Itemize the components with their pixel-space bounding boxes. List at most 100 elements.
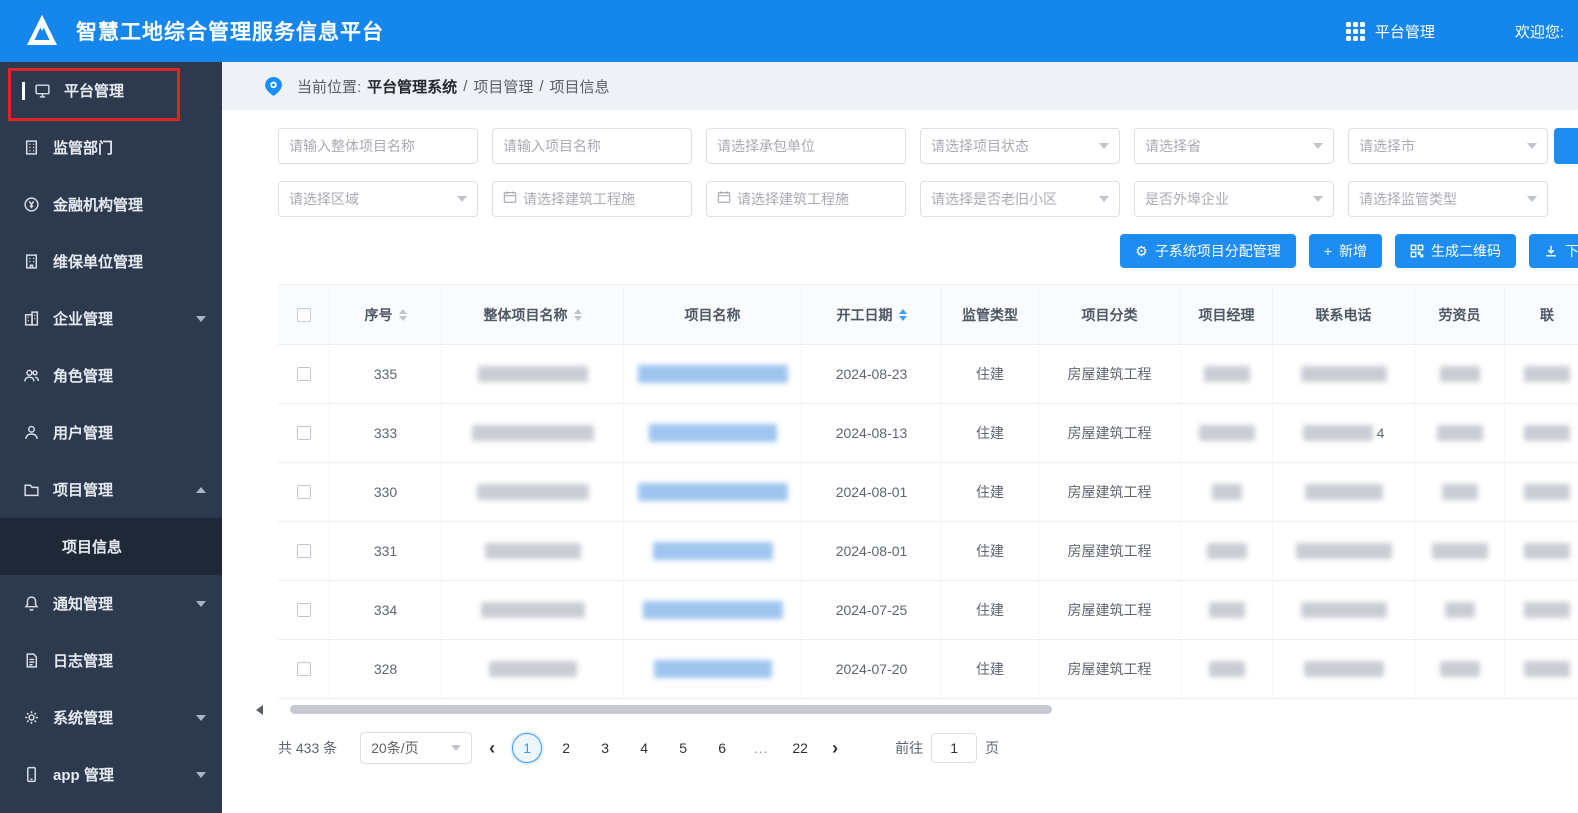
breadcrumb-system[interactable]: 平台管理系统 [367,76,457,97]
button-label: 生成二维码 [1431,243,1501,259]
redacted-cell [1439,661,1480,677]
redacted-cell [1441,484,1478,500]
sidebar-item-platform[interactable]: 平台管理 [0,62,222,119]
sort-icon[interactable] [573,308,582,321]
col-seq[interactable]: 序号 [330,285,442,345]
breadcrumb: 当前位置: 平台管理系统 / 项目管理 / 项目信息 [222,62,1578,110]
supervision-type-select[interactable]: 请选择监管类型 [1348,181,1548,217]
row-checkbox[interactable] [296,544,311,558]
redacted-cell [1524,543,1570,559]
people-icon [22,367,40,385]
redacted-cell [1208,602,1245,618]
apps-grid-icon[interactable] [1345,21,1365,41]
contractor-field[interactable] [706,128,906,164]
foreign-enterprise-select[interactable]: 是否外埠企业 [1134,181,1334,217]
column-label: 项目分类 [1081,306,1138,323]
breadcrumb-level1[interactable]: 项目管理 [473,76,533,97]
chevron-down-icon [196,315,206,322]
page-button-6[interactable]: 6 [707,733,737,763]
subsystem-assign-button[interactable]: ⚙ 子系统项目分配管理 [1120,234,1296,268]
page-button-22[interactable]: 22 [785,733,815,763]
cell-supervision: 住建 [942,345,1039,404]
page-button-2[interactable]: 2 [551,733,581,763]
col-supervision-type: 监管类型 [942,285,1039,345]
search-button-partial[interactable] [1554,128,1578,164]
cell-supervision: 住建 [942,581,1039,640]
sidebar-item-label: 金融机构管理 [53,197,144,214]
page-ellipsis[interactable]: ... [746,733,776,763]
project-name-field[interactable] [492,128,692,164]
contractor-input[interactable] [717,138,895,154]
cell-start-date: 2024-08-01 [802,522,942,581]
table-row[interactable]: 335 2024-08-23 住建 房屋建筑工程 [278,345,1578,404]
old-community-select[interactable]: 请选择是否老旧小区 [920,181,1120,217]
redacted-cell [1524,366,1570,382]
welcome-text: 欢迎您: [1514,23,1564,41]
app-header: 智慧工地综合管理服务信息平台 平台管理 欢迎您: [0,0,1578,62]
sidebar-item-project-info[interactable]: 项目信息 [0,518,222,575]
cell-category: 房屋建筑工程 [1039,404,1181,463]
goto-page-input[interactable] [931,733,978,763]
table-row[interactable]: 328 2024-07-20 住建 房屋建筑工程 [278,640,1578,699]
sidebar-item-logs[interactable]: 日志管理 [0,632,222,689]
sidebar-item-projects[interactable]: 项目管理 [0,461,222,518]
sidebar-item-enterprise[interactable]: 企业管理 [0,290,222,347]
city-select[interactable]: 请选择市 [1348,128,1548,164]
sidebar-item-maintenance-unit[interactable]: 维保单位管理 [0,233,222,290]
overall-project-name-input[interactable] [289,138,467,154]
page-button-4[interactable]: 4 [629,733,659,763]
row-checkbox[interactable] [296,485,311,499]
col-project-name: 项目名称 [624,285,802,345]
generate-qrcode-button[interactable]: 生成二维码 [1395,234,1516,268]
col-overall-name[interactable]: 整体项目名称 [442,285,624,345]
next-page-button[interactable]: › [824,738,846,759]
table-row[interactable]: 333 2024-08-13 住建 房屋建筑工程 4 [278,404,1578,463]
row-checkbox[interactable] [296,367,311,381]
page-size-select[interactable]: 20条/页 [360,732,473,764]
page-button-5[interactable]: 5 [668,733,698,763]
district-select[interactable]: 请选择区域 [278,181,478,217]
row-checkbox[interactable] [296,603,311,617]
sort-icon-active[interactable] [898,308,907,321]
page-button-1[interactable]: 1 [512,733,543,763]
prev-page-button[interactable]: ‹ [481,738,503,759]
chevron-down-icon [1527,143,1537,149]
project-status-select[interactable]: 请选择项目状态 [920,128,1120,164]
sort-icon[interactable] [398,308,407,321]
col-start-date[interactable]: 开工日期 [802,285,942,345]
cell-seq: 334 [330,581,442,640]
sidebar-item-system[interactable]: 系统管理 [0,689,222,746]
project-name-input[interactable] [503,138,681,154]
construction-date-end-field[interactable] [706,181,906,217]
row-checkbox[interactable] [296,426,311,440]
overall-project-name-field[interactable] [278,128,478,164]
add-button[interactable]: + 新增 [1308,234,1382,268]
scrollbar-thumb[interactable] [290,705,1052,714]
table-row[interactable]: 331 2024-08-01 住建 房屋建筑工程 [278,522,1578,581]
construction-date-start-field[interactable] [492,181,692,217]
redacted-cell [476,484,589,500]
page-button-3[interactable]: 3 [590,733,620,763]
table-row[interactable]: 330 2024-08-01 住建 房屋建筑工程 [278,463,1578,522]
sidebar-item-roles[interactable]: 角色管理 [0,347,222,404]
sidebar-item-notifications[interactable]: 通知管理 [0,575,222,632]
download-button[interactable]: 下载 [1529,234,1578,268]
select-all-checkbox[interactable] [296,307,311,322]
scroll-left-icon[interactable] [256,705,263,715]
sidebar-item-users[interactable]: 用户管理 [0,404,222,461]
construction-date-end-input[interactable] [737,191,895,207]
sidebar-item-label: 系统管理 [53,710,114,727]
province-select[interactable]: 请选择省 [1134,128,1334,164]
header-platform-menu[interactable]: 平台管理 [1375,21,1435,42]
col-phone: 联系电话 [1273,285,1415,345]
sidebar-item-supervision-dept[interactable]: 监管部门 [0,119,222,176]
breadcrumb-level2[interactable]: 项目信息 [550,76,610,97]
row-checkbox[interactable] [296,662,311,676]
chevron-down-icon [196,714,206,721]
construction-date-start-input[interactable] [523,191,681,207]
sidebar-item-app[interactable]: app 管理 [0,746,222,803]
sidebar-item-financial-org[interactable]: 金融机构管理 [0,176,222,233]
cell-category: 房屋建筑工程 [1039,581,1181,640]
table-row[interactable]: 334 2024-07-25 住建 房屋建筑工程 [278,581,1578,640]
cell-seq: 328 [330,640,442,699]
